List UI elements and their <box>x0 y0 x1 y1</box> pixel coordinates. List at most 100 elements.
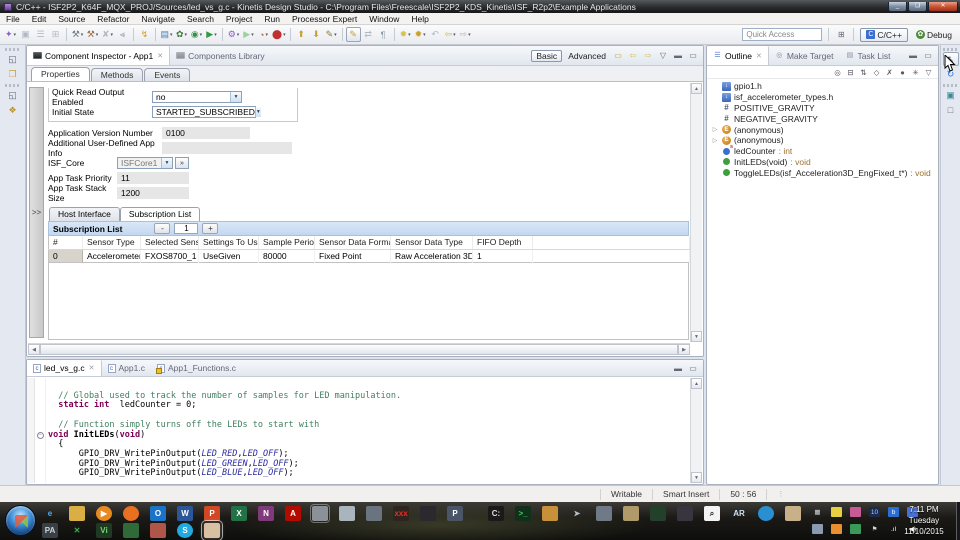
tab-components-library[interactable]: Components Library <box>170 46 271 65</box>
maximize-button[interactable]: ❏ <box>908 2 927 12</box>
show-desktop-button[interactable] <box>956 502 960 540</box>
focus-icon[interactable]: ◎ <box>832 67 843 78</box>
new-wizard-icon[interactable]: ✦▾ <box>3 27 18 42</box>
menu-item-navigate[interactable]: Navigate <box>135 13 181 25</box>
start-button[interactable] <box>5 505 36 536</box>
outline-item-positive-gravity[interactable]: #POSITIVE_GRAVITY <box>711 103 938 114</box>
menu-item-search[interactable]: Search <box>181 13 220 25</box>
editor-vertical-scrollbar[interactable]: ▲ ▼ <box>690 378 702 483</box>
restore-view-icon[interactable]: ◱ <box>5 52 21 66</box>
menu-item-run[interactable]: Run <box>258 13 286 25</box>
generate-code-icon[interactable]: ↯ <box>137 27 152 42</box>
close-button[interactable]: ✕ <box>928 2 958 12</box>
editor-tab-app1-c[interactable]: cApp1.c <box>102 360 151 376</box>
subscription-count-field[interactable]: 1 <box>174 223 198 234</box>
toggle-editor-icon[interactable]: ✎ <box>346 27 361 42</box>
scroll-up-icon[interactable]: ▲ <box>691 378 702 389</box>
hide-non-public-icon[interactable]: ● <box>897 67 908 78</box>
open-app-icon[interactable] <box>312 506 328 521</box>
cell[interactable]: Raw Acceleration 3D <box>391 249 473 262</box>
collapsed-tree-strip[interactable]: >> <box>29 87 44 338</box>
scroll-right-icon[interactable]: ▶ <box>678 344 690 355</box>
strip-handle[interactable] <box>5 48 21 51</box>
close-tab-icon[interactable]: ✕ <box>89 364 95 372</box>
clean-icon[interactable]: ✘▾ <box>100 27 115 42</box>
outline-item--anonymous-[interactable]: ▷E(anonymous) <box>711 124 938 135</box>
table-row[interactable]: 0AccelerometerFXOS8700_1UseGiven80000Fix… <box>49 249 690 262</box>
word-icon[interactable]: W <box>177 506 193 521</box>
mode-basic-button[interactable]: Basic <box>531 50 562 62</box>
field-application-version-number[interactable]: 0100 <box>162 127 250 139</box>
tab-properties[interactable]: Properties <box>31 67 90 81</box>
acrobat-icon[interactable]: A <box>285 506 301 521</box>
annotations-icon[interactable]: ✹▾ <box>413 27 428 42</box>
skype-icon[interactable]: S <box>177 523 193 538</box>
minimize-view-icon[interactable]: ▬ <box>672 362 684 374</box>
tab-subscription-list[interactable]: Subscription List <box>120 207 200 221</box>
subscription-plus-button[interactable]: + <box>202 223 218 234</box>
debug-icon[interactable]: ✿▾ <box>174 27 189 42</box>
beige-app-icon[interactable] <box>785 506 801 521</box>
new-console-icon[interactable]: ▤▾ <box>159 27 174 42</box>
view-menu-icon[interactable]: ▽ <box>923 67 934 78</box>
excel-icon[interactable]: X <box>231 506 247 521</box>
dropdown-initial-state[interactable]: STARTED_SUBSCRIBED▼ <box>152 106 256 118</box>
tray-grid-icon[interactable]: ▦ <box>812 507 823 517</box>
perspective-cpp-button[interactable]: C C/C++ <box>860 28 908 42</box>
hide-fields-icon[interactable]: ◇ <box>871 67 882 78</box>
search-app-icon[interactable]: ⌕ <box>704 506 720 521</box>
dev-tool-icon[interactable]: PA <box>42 523 58 538</box>
minimize-button[interactable]: _ <box>888 2 907 12</box>
kds-app-icon[interactable] <box>204 523 220 538</box>
tray-ten-icon[interactable]: 10 <box>869 507 880 517</box>
explorer-folder-icon[interactable] <box>69 506 85 521</box>
subscription-minus-button[interactable]: - <box>154 223 170 234</box>
field-app-task-priority[interactable]: 11 <box>117 172 189 184</box>
import-icon[interactable]: ⬇ <box>309 27 324 42</box>
minimize-view-icon[interactable]: ▬ <box>907 50 919 62</box>
scrollbar-thumb[interactable] <box>40 344 678 355</box>
tab-events[interactable]: Events <box>144 68 190 81</box>
app-dark-icon[interactable] <box>366 506 382 521</box>
tab-methods[interactable]: Methods <box>91 68 144 81</box>
link-editor-icon[interactable]: ⇄ <box>361 27 376 42</box>
tab-host-interface[interactable]: Host Interface <box>49 207 120 221</box>
expander-icon[interactable]: ▷ <box>711 137 719 144</box>
link-with-editor-icon[interactable]: ✳ <box>910 67 921 78</box>
open-perspective-icon[interactable]: ⊞ <box>835 29 847 41</box>
menu-item-window[interactable]: Window <box>363 13 405 25</box>
close-tab-icon[interactable]: ✕ <box>157 52 163 60</box>
quick-access-input[interactable]: Quick Access <box>742 28 822 41</box>
terminal-icon[interactable]: >_ <box>515 506 531 521</box>
code-line[interactable]: static int ledCounter = 0; <box>48 401 690 411</box>
cell[interactable]: Fixed Point <box>315 249 391 262</box>
minimize-view-icon[interactable]: ▬ <box>672 50 684 62</box>
dropdown-isf-core[interactable]: ISFCore1▼ <box>117 157 173 169</box>
strip-handle[interactable] <box>943 48 959 51</box>
cell[interactable] <box>533 249 690 262</box>
fold-ruler[interactable]: − <box>35 378 46 483</box>
xxx-app-icon[interactable]: xxx <box>393 506 409 521</box>
close-tab-icon[interactable]: ✕ <box>756 52 762 60</box>
projects-view-icon[interactable]: ❐ <box>5 67 21 81</box>
outline-item-isf-accelerometer-types-h[interactable]: ↓isf_accelerometer_types.h <box>711 92 938 103</box>
back-arrow-icon[interactable]: ⇦ <box>627 50 639 62</box>
console-view-icon[interactable]: ▣ <box>943 88 959 102</box>
tray-eject-icon[interactable]: ⚑ <box>869 524 880 534</box>
outlook-icon[interactable]: O <box>150 506 166 521</box>
components-view-icon[interactable]: ❖ <box>5 103 21 117</box>
build-hammer-icon[interactable]: ⚒▾ <box>85 27 100 42</box>
menu-item-help[interactable]: Help <box>405 13 434 25</box>
back-icon[interactable]: ⇦▾ <box>443 27 458 42</box>
menu-item-edit[interactable]: Edit <box>26 13 53 25</box>
ar-app-icon[interactable]: AR <box>731 506 747 521</box>
tab-task-list[interactable]: ▤ Task List <box>839 46 896 65</box>
coverage-icon[interactable]: ◉▾ <box>189 27 204 42</box>
show-whitespace-icon[interactable]: ¶ <box>376 27 391 42</box>
p-app-icon[interactable]: P <box>447 506 463 521</box>
sort-icon[interactable]: ⇅ <box>858 67 869 78</box>
inspector-horizontal-scrollbar[interactable]: ◀ ▶ <box>28 343 690 355</box>
scroll-down-icon[interactable]: ▼ <box>691 472 702 483</box>
outline-item-negative-gravity[interactable]: #NEGATIVE_GRAVITY <box>711 113 938 124</box>
cell[interactable]: UseGiven <box>199 249 259 262</box>
